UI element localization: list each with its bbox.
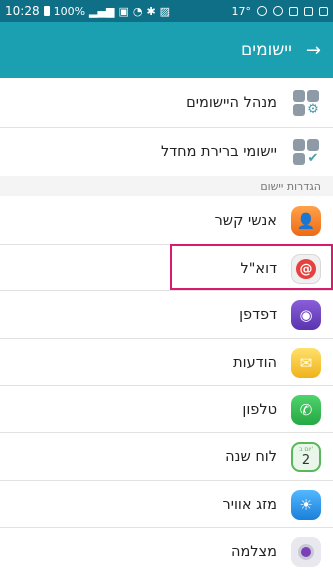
sim-icon: ▣ (118, 4, 129, 18)
list-item-contacts[interactable]: אנשי קשר 👤 (0, 196, 333, 246)
list-item-camera[interactable]: מצלמה (0, 527, 333, 577)
default-apps-icon: ✔ (291, 137, 321, 167)
list-item-email[interactable]: דוא"ל @ (0, 244, 333, 294)
list-item-label: מצלמה (230, 544, 277, 560)
list-item-calendar[interactable]: לוח שנה יום ב' 2 (0, 432, 333, 482)
gallery-icon (304, 6, 313, 16)
page-title: יישומים (240, 40, 292, 60)
image-icon (289, 6, 298, 16)
cast-icon (319, 6, 328, 16)
list-item-label: אנשי קשר (214, 213, 277, 229)
sync-icon (257, 6, 267, 16)
email-icon: @ (291, 254, 321, 284)
weather-icon: ☀ (291, 490, 321, 520)
battery-icon (43, 6, 50, 16)
temperature: 17° (231, 4, 252, 18)
phone-icon: ✆ (291, 395, 321, 425)
list-item-default-apps[interactable]: יישומי ברירת מחדל ✔ (0, 127, 333, 177)
list-item-apps-manager[interactable]: מנהל היישומים ⚙ (0, 78, 333, 128)
calendar-icon: יום ב' 2 (291, 442, 321, 472)
contacts-icon: 👤 (291, 206, 321, 236)
list-item-weather[interactable]: מזג אוויר ☀ (0, 480, 333, 530)
status-left: 10:28 100% ▂▄▆ ▣ ◔ ✱ ▨ (5, 4, 170, 18)
battery-level: 100% (53, 4, 86, 18)
camera-icon (291, 537, 321, 567)
section-header: הגדרות יישום (0, 176, 333, 196)
list-item-label: דוא"ל (240, 261, 277, 277)
list-item-label: הודעות (233, 355, 277, 371)
messages-icon: ✉ (291, 348, 321, 378)
list-item-label: יישומי ברירת מחדל (160, 144, 277, 160)
browser-icon: ◉ (291, 300, 321, 330)
shield-icon (273, 6, 283, 16)
nfc-icon: ▨ (159, 4, 171, 18)
status-bar: 10:28 100% ▂▄▆ ▣ ◔ ✱ ▨ 17° (0, 0, 333, 22)
signal-icon: ▂▄▆ (89, 4, 115, 18)
list-item-label: לוח שנה (225, 449, 277, 465)
calendar-day: 2 (301, 452, 311, 468)
wifi-icon: ◔ (132, 4, 143, 18)
bluetooth-icon: ✱ (146, 4, 156, 18)
status-time: 10:28 (5, 4, 40, 18)
section-title: הגדרות יישום (260, 179, 321, 193)
status-right: 17° (231, 4, 328, 18)
list-item-label: דפדפן (239, 307, 277, 323)
list-item-phone[interactable]: טלפון ✆ (0, 385, 333, 435)
app-bar: יישומים → (0, 22, 333, 78)
list-item-browser[interactable]: דפדפן ◉ (0, 290, 333, 340)
arrow-back-icon[interactable]: → (306, 40, 321, 61)
list-item-messages[interactable]: הודעות ✉ (0, 338, 333, 388)
list-item-label: מנהל היישומים (186, 95, 277, 111)
list-item-label: טלפון (242, 402, 277, 418)
list-item-label: מזג אוויר (222, 497, 277, 513)
apps-manager-icon: ⚙ (291, 88, 321, 118)
